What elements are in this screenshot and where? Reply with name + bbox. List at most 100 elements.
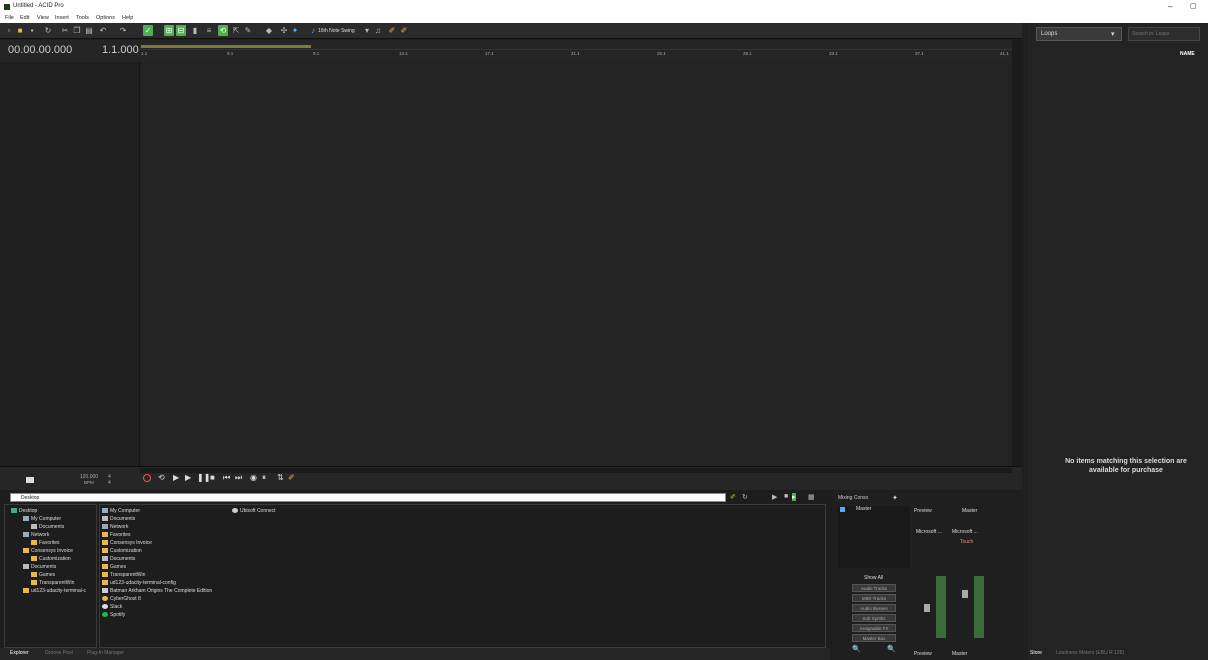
soft-synths-button[interactable]: Soft Synths — [852, 614, 896, 622]
horizontal-scrollbar[interactable] — [140, 468, 1012, 473]
envelope-icon[interactable]: ✣ — [279, 25, 289, 36]
touch-automation[interactable]: Touch — [960, 539, 973, 545]
loops-dropdown[interactable]: Loops ▾ — [1036, 27, 1122, 41]
ruler[interactable]: 1.1 9.1 9.1 13.1 17.1 21.1 25.1 29.1 33.… — [140, 49, 1012, 62]
menu-edit[interactable]: Edit — [20, 15, 29, 21]
tree-item[interactable]: Documents — [31, 523, 64, 531]
master-device[interactable]: Microsoft ... — [952, 529, 978, 535]
list-item[interactable]: Documents — [102, 515, 135, 523]
midi-tracks-button[interactable]: MIDI Tracks — [852, 594, 896, 602]
menu-help[interactable]: Help — [122, 15, 133, 21]
tree-item[interactable]: Consensys Invoice — [23, 547, 73, 555]
list-item[interactable]: TransparentWin — [102, 571, 145, 579]
brush-icon[interactable]: ✐ — [387, 25, 397, 36]
stop-icon[interactable]: ■ — [210, 473, 215, 482]
master-bus-button[interactable]: Master Bus — [852, 634, 896, 642]
mixer-tools-icon[interactable]: ✦ — [892, 494, 898, 502]
marker-icon[interactable]: ✦ — [290, 25, 300, 36]
menu-file[interactable]: File — [5, 15, 14, 21]
tree-item[interactable]: Customization — [31, 555, 71, 563]
snap-icon[interactable]: ✓ — [143, 25, 153, 36]
tab-groove-pool[interactable]: Groove Pool — [45, 650, 73, 656]
loop-playback-icon[interactable]: ⟲ — [158, 473, 165, 482]
menu-view[interactable]: View — [37, 15, 49, 21]
tree-item[interactable]: Documents — [23, 563, 56, 571]
tree-item[interactable]: Games — [31, 571, 55, 579]
new-icon[interactable]: ▫ — [4, 25, 14, 36]
list-item[interactable]: CyberGhost 8 — [102, 595, 141, 603]
zoom-out-icon[interactable]: 🔍 — [852, 645, 861, 653]
tool-icon[interactable]: ⇅ — [277, 473, 284, 482]
tree-item[interactable]: Favorites — [31, 539, 60, 547]
vertical-scrollbar[interactable] — [1012, 40, 1022, 476]
tree-item[interactable]: My Computer — [23, 515, 61, 523]
erase-icon[interactable]: ◆ — [264, 25, 274, 36]
explorer-tree[interactable]: Desktop My Computer Documents Network Fa… — [4, 504, 97, 648]
undo-icon[interactable]: ↶ — [98, 25, 108, 36]
mixer-track-list[interactable]: Master — [838, 506, 910, 568]
save-icon[interactable]: ▪ — [27, 25, 37, 36]
lock-icon[interactable]: ▮ — [190, 25, 200, 36]
auto-ripple-icon[interactable]: ⊟ — [176, 25, 186, 36]
autopreview-icon[interactable]: ▸ — [792, 493, 796, 501]
minimize-button[interactable]: – — [1168, 2, 1172, 11]
paint-icon[interactable]: ✐ — [288, 473, 295, 482]
draw-icon[interactable]: ✎ — [243, 25, 253, 36]
loop-icon[interactable]: ⟲ — [218, 25, 228, 36]
tab-plugin-manager[interactable]: Plug-In Manager — [87, 650, 124, 656]
record-icon[interactable] — [143, 474, 151, 482]
track-list[interactable] — [0, 62, 140, 466]
pause-icon[interactable]: ❚❚ — [197, 473, 210, 482]
tree-item[interactable]: ud123-udacity-terminal-c — [23, 587, 86, 595]
folder-up-icon[interactable]: ✐ — [730, 493, 736, 501]
grid-icon[interactable]: ⊞ — [164, 25, 174, 36]
pause2-icon[interactable]: ⏸ — [262, 473, 266, 483]
chevron-down-icon[interactable]: ▾ — [362, 25, 372, 36]
list-item[interactable]: Batman Arkham Origins The Complete Editi… — [102, 587, 212, 595]
list-item[interactable]: Games — [102, 563, 126, 571]
explorer-path-bar[interactable]: Desktop — [10, 493, 726, 502]
tree-item[interactable]: Desktop — [11, 507, 37, 515]
select-icon[interactable]: ⇱ — [231, 25, 241, 36]
go-start-icon[interactable]: ⏮ — [223, 473, 230, 483]
menu-tools[interactable]: Tools — [76, 15, 89, 21]
refresh-icon[interactable]: ↻ — [742, 493, 748, 501]
tree-item[interactable]: TransparentWin — [31, 579, 74, 587]
list-item[interactable]: ud123-udacity-terminal-config — [102, 579, 176, 587]
swing-dropdown[interactable]: 16th Note Swing — [318, 28, 355, 34]
restore-button[interactable]: ▢ — [1190, 2, 1197, 10]
menu-insert[interactable]: Insert — [55, 15, 69, 21]
go-end-icon[interactable]: ⏭ — [235, 473, 242, 483]
search-input[interactable] — [1128, 27, 1200, 41]
name-column-header[interactable]: NAME — [1180, 51, 1195, 57]
copy-icon[interactable]: ❐ — [72, 25, 82, 36]
list-item[interactable]: Network — [102, 523, 128, 531]
open-icon[interactable]: ■ — [15, 25, 25, 36]
redo-icon[interactable]: ↷ — [118, 25, 128, 36]
render-icon[interactable]: ↻ — [43, 25, 53, 36]
preview-device[interactable]: Microsoft ... — [916, 529, 942, 535]
loop-region-bar[interactable] — [141, 45, 311, 48]
time-sig-bottom[interactable]: 4 — [108, 480, 111, 486]
list-item[interactable]: Slack — [102, 603, 122, 611]
preview-fader[interactable] — [924, 604, 930, 612]
play-from-start-icon[interactable]: ▶ — [173, 473, 179, 482]
menu-options[interactable]: Options — [96, 15, 115, 21]
list-item[interactable]: My Computer — [102, 507, 140, 515]
list-item[interactable]: Ubisoft Connect — [232, 507, 276, 515]
brush2-icon[interactable]: ✐ — [399, 25, 409, 36]
audio-tracks-button[interactable]: Audio Tracks — [852, 584, 896, 592]
tab-store[interactable]: Store — [1030, 650, 1042, 656]
list-item[interactable]: Consensys Invoice — [102, 539, 152, 547]
views-icon[interactable]: ▦ — [808, 493, 815, 501]
list-item[interactable]: Favorites — [102, 531, 131, 539]
play-preview-icon[interactable]: ▶ — [772, 493, 777, 501]
list-item[interactable]: Spotify — [102, 611, 125, 619]
master-fader[interactable] — [962, 590, 968, 598]
metronome-icon[interactable]: ◉ — [250, 473, 257, 482]
zoom-in-icon[interactable]: 🔍 — [887, 645, 896, 653]
audio-busses-button[interactable]: Audio Busses — [852, 604, 896, 612]
assignable-fx-button[interactable]: Assignable FX — [852, 624, 896, 632]
tab-explorer[interactable]: Explorer — [10, 650, 29, 656]
explorer-file-list[interactable]: My Computer Documents Network Favorites … — [99, 504, 826, 648]
